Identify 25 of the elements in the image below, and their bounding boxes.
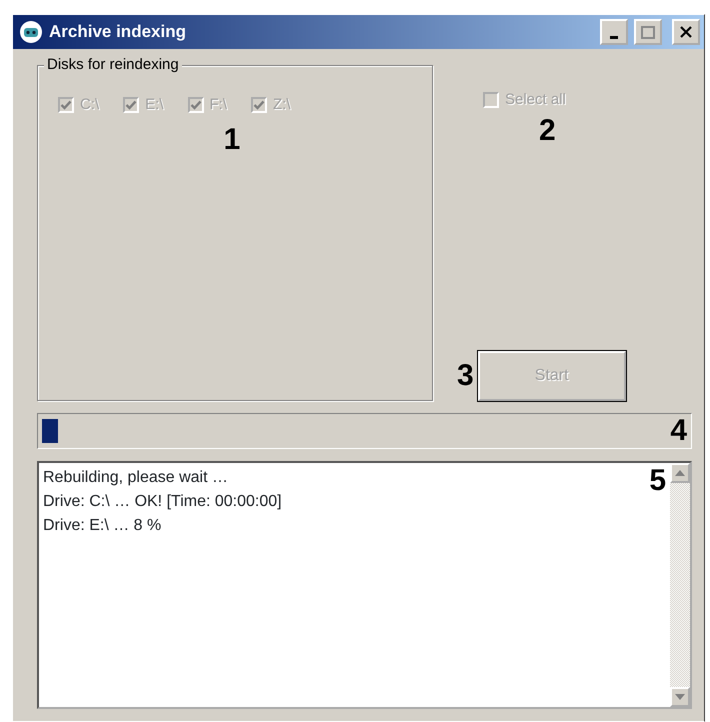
checkmark-icon xyxy=(125,99,138,112)
checkmark-icon xyxy=(253,99,266,112)
log-line: Drive: E:\ … 8 % xyxy=(43,516,162,536)
minimize-icon xyxy=(610,36,618,38)
close-button[interactable] xyxy=(672,19,700,45)
maximize-icon xyxy=(641,26,655,38)
callout-number: 2 xyxy=(539,114,556,146)
scroll-up-button[interactable] xyxy=(670,463,690,483)
scroll-down-button[interactable] xyxy=(670,687,690,707)
up-arrow-icon xyxy=(675,470,685,476)
callout-number: 4 xyxy=(670,416,687,446)
minimize-button[interactable] xyxy=(600,19,628,45)
log-line: Rebuilding, please wait … xyxy=(43,468,229,488)
down-arrow-icon xyxy=(675,694,685,700)
window-title: Archive indexing xyxy=(49,21,187,44)
callout-number: 3 xyxy=(457,361,474,391)
close-icon xyxy=(680,26,692,38)
log-line: Drive: C:\ … OK! [Time: 00:00:00] xyxy=(43,492,282,512)
callout-number: 5 xyxy=(649,466,666,496)
scrollbar[interactable] xyxy=(670,463,690,707)
maximize-button[interactable] xyxy=(634,19,662,45)
app-icon xyxy=(19,20,43,44)
checkmark-icon xyxy=(60,99,72,112)
callout-number: 1 xyxy=(224,124,240,154)
checkmark-icon xyxy=(190,99,202,112)
